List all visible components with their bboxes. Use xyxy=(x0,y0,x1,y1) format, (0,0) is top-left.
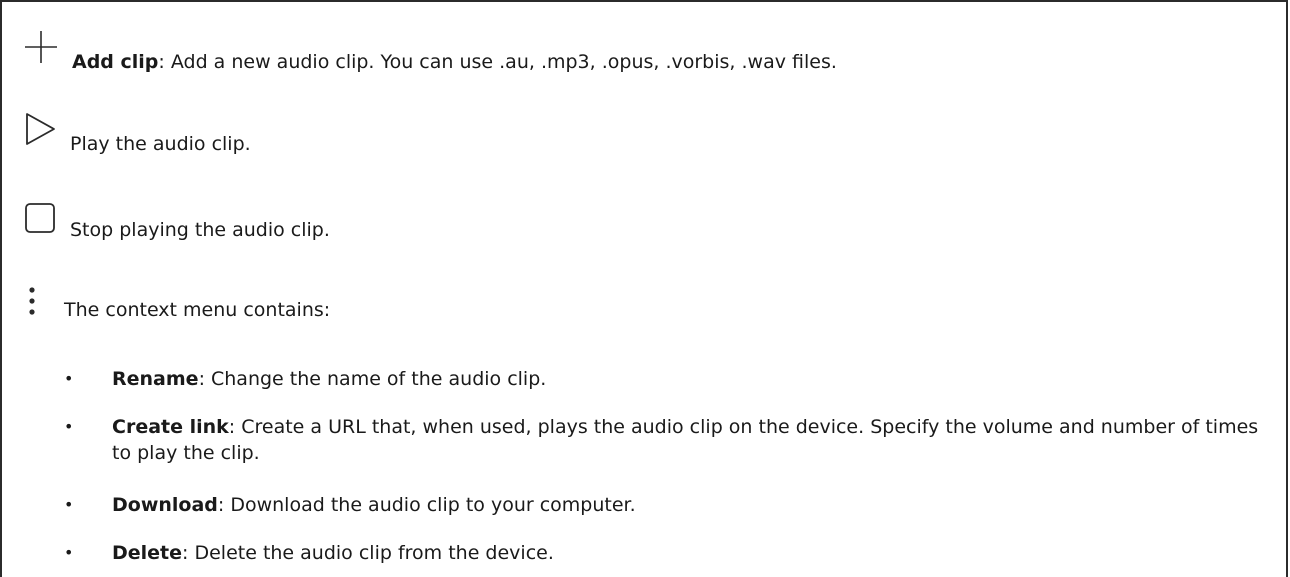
list-item-rename: • Rename: Change the name of the audio c… xyxy=(64,366,1272,392)
delete-description: : Delete the audio clip from the device. xyxy=(182,542,554,564)
play-row: Play the audio clip. xyxy=(24,112,251,156)
play-text: Play the audio clip. xyxy=(70,133,251,155)
plus-icon xyxy=(24,30,58,64)
delete-term: Delete xyxy=(112,542,183,564)
context-menu-row: The context menu contains: xyxy=(24,286,330,322)
create-link-description: : Create a URL that, when used, plays th… xyxy=(112,416,1259,464)
stop-text: Stop playing the audio clip. xyxy=(70,219,330,241)
list-item-delete: • Delete: Delete the audio clip from the… xyxy=(64,540,1272,566)
document-frame: Add clip: Add a new audio clip. You can … xyxy=(0,0,1288,577)
bullet: • xyxy=(64,369,74,388)
rename-description: : Change the name of the audio clip. xyxy=(198,368,547,390)
bullet: • xyxy=(64,417,74,436)
list-item-create-link: • Create link: Create a URL that, when u… xyxy=(64,414,1272,466)
add-clip-text: Add clip: Add a new audio clip. You can … xyxy=(72,50,837,74)
list-item-download: • Download: Download the audio clip to y… xyxy=(64,492,1272,518)
create-link-term: Create link xyxy=(112,416,229,438)
add-clip-description: : Add a new audio clip. You can use .au,… xyxy=(158,51,837,73)
add-clip-row: Add clip: Add a new audio clip. You can … xyxy=(24,30,837,74)
download-term: Download xyxy=(112,494,218,516)
rename-term: Rename xyxy=(112,368,199,390)
bullet: • xyxy=(64,495,74,514)
more-vertical-icon xyxy=(28,286,36,318)
download-description: : Download the audio clip to your comput… xyxy=(217,494,636,516)
add-clip-term: Add clip xyxy=(72,51,159,73)
stop-icon xyxy=(24,202,56,234)
bullet: • xyxy=(64,543,74,562)
stop-row: Stop playing the audio clip. xyxy=(24,202,330,242)
play-icon xyxy=(24,112,56,146)
context-menu-text: The context menu contains: xyxy=(64,299,331,321)
